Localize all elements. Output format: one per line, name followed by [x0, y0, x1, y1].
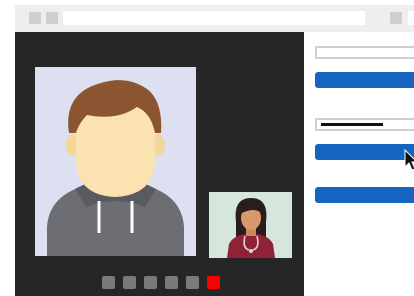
end-call-icon[interactable]	[207, 276, 220, 289]
video-call-panel	[15, 32, 304, 296]
control-icon[interactable]	[123, 276, 136, 289]
man-avatar-icon	[47, 80, 184, 256]
control-icon[interactable]	[102, 276, 115, 289]
address-bar[interactable]	[63, 11, 365, 25]
window-square-icon[interactable]	[29, 12, 41, 24]
doctor-avatar-icon	[227, 198, 275, 258]
form-button[interactable]	[315, 72, 414, 88]
input-field-filled[interactable]	[315, 118, 414, 131]
form-panel	[304, 32, 414, 296]
control-icon[interactable]	[186, 276, 199, 289]
control-icon[interactable]	[144, 276, 157, 289]
control-icon[interactable]	[165, 276, 178, 289]
self-view-video	[209, 192, 292, 258]
window-square-icon[interactable]	[46, 12, 58, 24]
toolbar-square-icon[interactable]	[390, 12, 402, 24]
browser-toolbar	[15, 5, 414, 32]
input-field[interactable]	[315, 46, 414, 59]
mouse-pointer-icon	[404, 149, 414, 171]
typed-text-line	[321, 123, 383, 126]
remote-participant-video	[35, 67, 196, 256]
submit-button[interactable]	[315, 144, 414, 160]
toolbar-search-box[interactable]	[408, 11, 414, 25]
secondary-button[interactable]	[315, 187, 414, 203]
